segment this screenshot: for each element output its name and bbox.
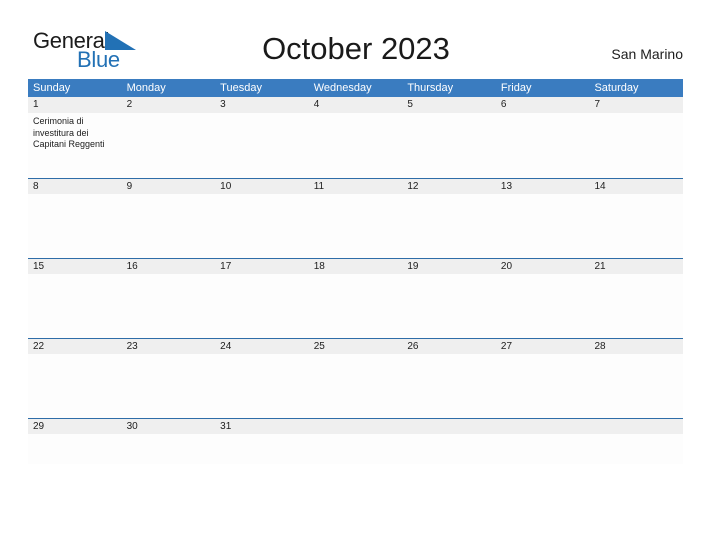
day-cell <box>589 434 683 464</box>
day-number <box>309 419 403 434</box>
day-number[interactable]: 23 <box>122 339 216 354</box>
day-number[interactable]: 11 <box>309 179 403 194</box>
week-row: 1 2 3 4 5 6 7 Cerimonia di investitura d… <box>28 97 683 178</box>
weekday-header-saturday: Saturday <box>594 82 639 94</box>
day-cell[interactable] <box>309 274 403 338</box>
day-cell[interactable] <box>215 274 309 338</box>
day-event-text: Cerimonia di investitura dei Capitani Re… <box>33 116 105 149</box>
day-number[interactable]: 29 <box>28 419 122 434</box>
day-cell[interactable] <box>215 194 309 258</box>
day-number[interactable]: 7 <box>589 97 683 113</box>
weekday-header-sunday: Sunday <box>33 82 71 94</box>
day-cell[interactable] <box>496 113 590 178</box>
day-number[interactable]: 19 <box>402 259 496 274</box>
week-body <box>28 274 683 338</box>
day-cell[interactable] <box>309 354 403 418</box>
weekday-header-friday: Friday <box>500 82 532 94</box>
day-number[interactable]: 1 <box>28 97 122 113</box>
day-number <box>402 419 496 434</box>
day-number[interactable]: 9 <box>122 179 216 194</box>
day-cell[interactable] <box>28 434 122 464</box>
day-cell[interactable] <box>28 274 122 338</box>
week-date-band: 15 16 17 18 19 20 21 <box>28 258 683 274</box>
calendar-page: General Blue October 2023 San Marino Sun… <box>0 0 712 550</box>
day-number[interactable]: 20 <box>496 259 590 274</box>
week-row: 29 30 31 <box>28 418 683 464</box>
day-cell[interactable] <box>309 113 403 178</box>
day-cell[interactable] <box>402 274 496 338</box>
day-cell[interactable] <box>589 274 683 338</box>
week-body: Cerimonia di investitura dei Capitani Re… <box>28 113 683 178</box>
weekday-header-tuesday: Tuesday <box>220 82 262 94</box>
day-cell[interactable] <box>402 113 496 178</box>
weekday-header-monday: Monday <box>126 82 166 94</box>
week-date-band: 1 2 3 4 5 6 7 <box>28 97 683 113</box>
day-number[interactable]: 16 <box>122 259 216 274</box>
page-header: General Blue October 2023 San Marino <box>0 0 712 79</box>
day-number[interactable]: 21 <box>589 259 683 274</box>
day-number[interactable]: 30 <box>122 419 216 434</box>
day-cell[interactable]: Cerimonia di investitura dei Capitani Re… <box>28 113 122 178</box>
week-body <box>28 354 683 418</box>
day-cell[interactable] <box>496 354 590 418</box>
day-cell[interactable] <box>122 194 216 258</box>
day-cell[interactable] <box>589 354 683 418</box>
day-number[interactable]: 28 <box>589 339 683 354</box>
calendar-grid: Sunday Monday Tuesday Wednesday Thursday… <box>28 79 683 464</box>
location-label: San Marino <box>611 46 683 62</box>
day-number[interactable]: 2 <box>122 97 216 113</box>
week-date-band: 29 30 31 <box>28 418 683 434</box>
day-cell[interactable] <box>28 194 122 258</box>
day-cell[interactable] <box>309 194 403 258</box>
day-cell[interactable] <box>122 354 216 418</box>
day-cell[interactable] <box>402 194 496 258</box>
day-number[interactable]: 25 <box>309 339 403 354</box>
day-number <box>589 419 683 434</box>
day-cell[interactable] <box>122 434 216 464</box>
day-number[interactable]: 3 <box>215 97 309 113</box>
day-cell[interactable] <box>589 194 683 258</box>
day-number[interactable]: 18 <box>309 259 403 274</box>
week-row: 15 16 17 18 19 20 21 <box>28 258 683 338</box>
weekday-header-wednesday: Wednesday <box>313 82 372 94</box>
week-body <box>28 194 683 258</box>
day-cell[interactable] <box>215 434 309 464</box>
day-cell[interactable] <box>28 354 122 418</box>
day-cell[interactable] <box>215 113 309 178</box>
day-number <box>496 419 590 434</box>
day-cell[interactable] <box>122 274 216 338</box>
day-number[interactable]: 14 <box>589 179 683 194</box>
week-date-band: 8 9 10 11 12 13 14 <box>28 178 683 194</box>
day-number[interactable]: 6 <box>496 97 590 113</box>
weekday-header-row: Sunday Monday Tuesday Wednesday Thursday… <box>28 79 683 97</box>
week-row: 22 23 24 25 26 27 28 <box>28 338 683 418</box>
day-number[interactable]: 22 <box>28 339 122 354</box>
day-cell[interactable] <box>589 113 683 178</box>
weekday-header-thursday: Thursday <box>407 82 454 94</box>
day-cell <box>309 434 403 464</box>
day-number[interactable]: 26 <box>402 339 496 354</box>
day-number[interactable]: 13 <box>496 179 590 194</box>
day-number[interactable]: 17 <box>215 259 309 274</box>
day-number[interactable]: 10 <box>215 179 309 194</box>
day-number[interactable]: 12 <box>402 179 496 194</box>
week-row: 8 9 10 11 12 13 14 <box>28 178 683 258</box>
day-number[interactable]: 8 <box>28 179 122 194</box>
day-cell[interactable] <box>402 354 496 418</box>
day-cell <box>402 434 496 464</box>
day-cell[interactable] <box>496 274 590 338</box>
day-number[interactable]: 15 <box>28 259 122 274</box>
day-cell[interactable] <box>496 194 590 258</box>
day-number[interactable]: 4 <box>309 97 403 113</box>
week-date-band: 22 23 24 25 26 27 28 <box>28 338 683 354</box>
day-number[interactable]: 27 <box>496 339 590 354</box>
day-cell[interactable] <box>215 354 309 418</box>
day-cell <box>496 434 590 464</box>
page-title: October 2023 <box>262 31 450 66</box>
day-number[interactable]: 5 <box>402 97 496 113</box>
day-number[interactable]: 24 <box>215 339 309 354</box>
day-cell[interactable] <box>122 113 216 178</box>
day-number[interactable]: 31 <box>215 419 309 434</box>
week-body <box>28 434 683 464</box>
